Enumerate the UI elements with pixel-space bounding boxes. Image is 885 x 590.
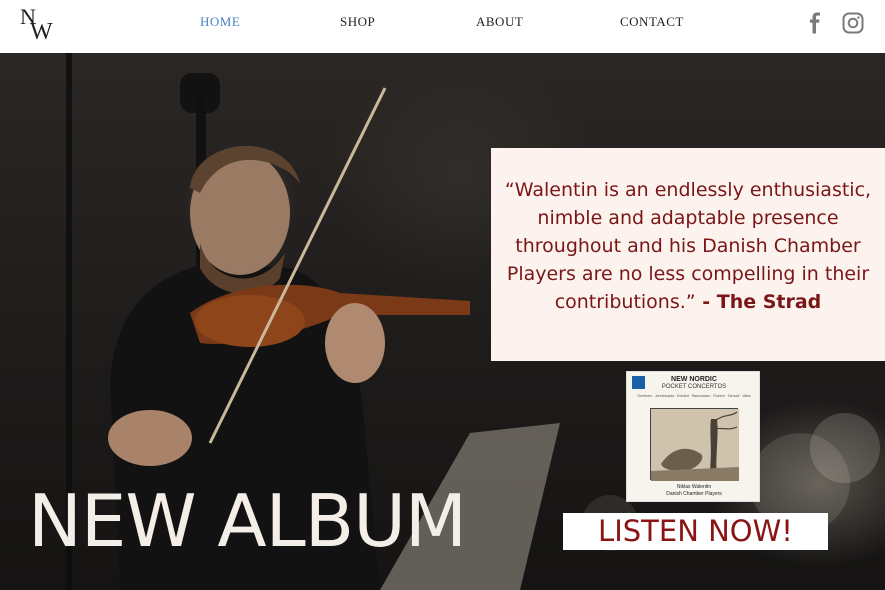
nav-shop[interactable]: SHOP (340, 14, 375, 30)
instagram-icon[interactable] (842, 12, 864, 34)
listen-now-button[interactable]: LISTEN NOW! (563, 513, 828, 550)
nav-contact[interactable]: CONTACT (620, 14, 684, 30)
site-header: N W HOME SHOP ABOUT CONTACT (0, 0, 885, 53)
album-composers: Gerritsen · Jorvenkauta · Kolsted · Rasm… (637, 394, 751, 398)
facebook-icon[interactable] (806, 12, 824, 34)
nav-about[interactable]: ABOUT (476, 14, 523, 30)
press-quote-box: “Walentin is an endlessly enthusiastic, … (491, 148, 885, 361)
album-cover[interactable]: NEW NORDIC POCKET CONCERTOS Gerritsen · … (626, 371, 760, 502)
hero-section: “Walentin is an endlessly enthusiastic, … (0, 53, 885, 590)
album-artist-name: Niklas Walentin (676, 484, 712, 490)
main-nav: HOME SHOP ABOUT CONTACT (0, 14, 885, 34)
hero-headline: NEW ALBUM (28, 479, 467, 563)
album-artwork-image (651, 409, 739, 481)
album-artist: Niklas Walentin Danish Chamber Players (627, 484, 761, 498)
album-subtitle: POCKET CONCERTOS (661, 384, 727, 390)
album-ensemble-name: Danish Chamber Players (666, 491, 722, 497)
press-quote: “Walentin is an endlessly enthusiastic, … (503, 176, 873, 316)
album-title: NEW NORDIC (671, 376, 717, 383)
quote-source: - The Strad (695, 291, 822, 313)
nav-home[interactable]: HOME (200, 14, 240, 30)
album-artwork (650, 408, 739, 481)
